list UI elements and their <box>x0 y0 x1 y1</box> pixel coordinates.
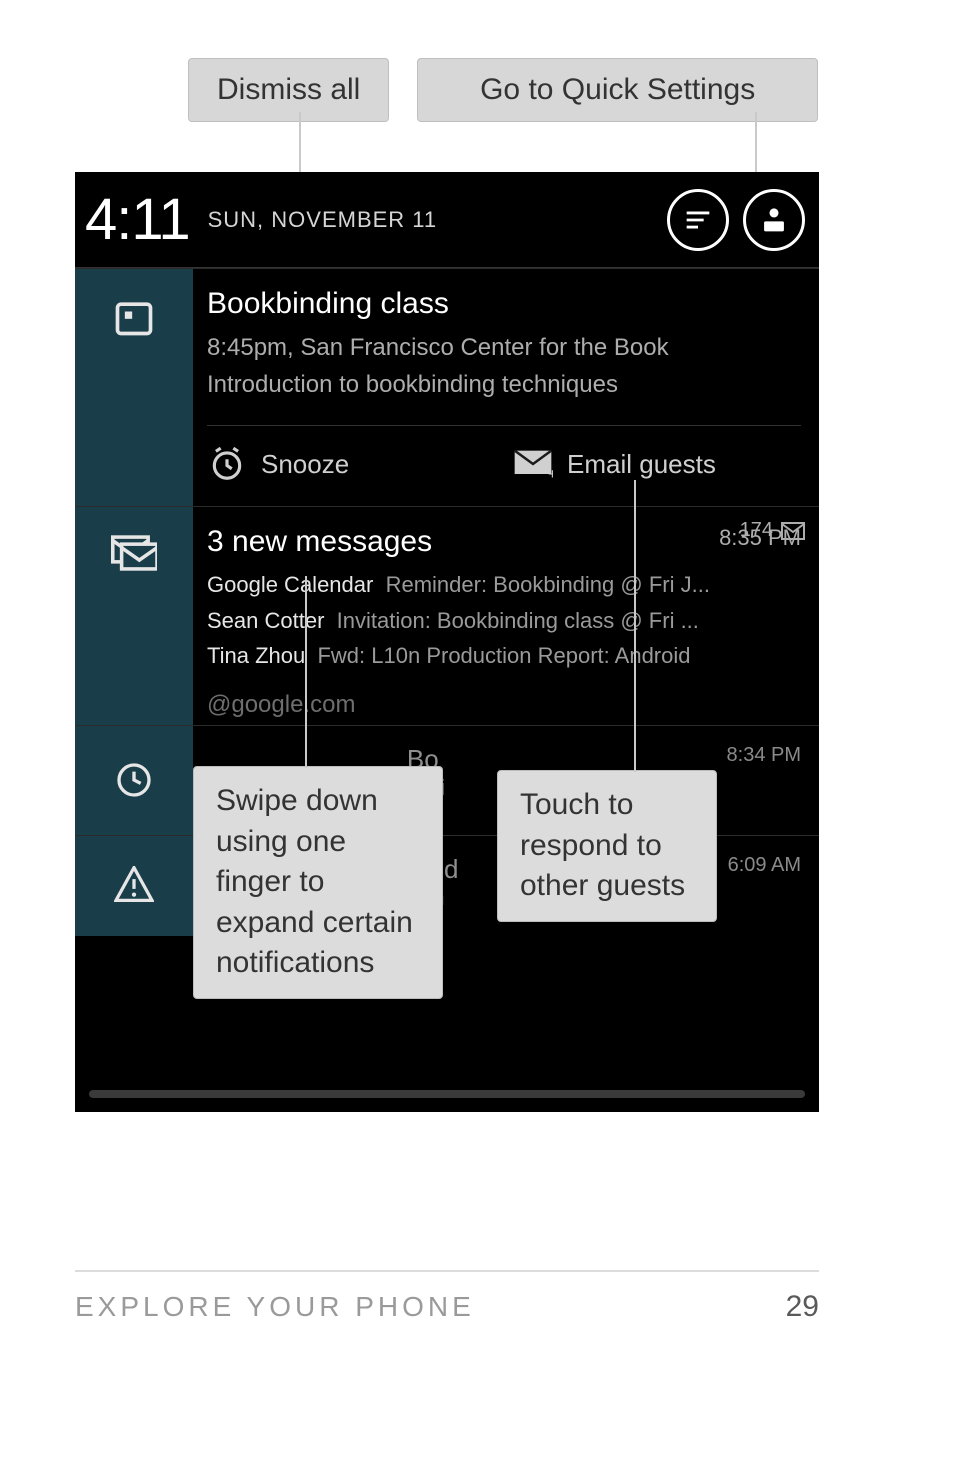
account-hint: @google.com <box>207 691 355 719</box>
message-row: Google Calendar Reminder: Bookbinding @ … <box>207 567 801 602</box>
footer-rule <box>75 1270 819 1272</box>
status-bar: 4:11 SUN, NOVEMBER 11 <box>75 172 819 268</box>
mail-icon: + <box>513 444 553 484</box>
message-row: Tina Zhou Fwd: L10n Production Report: A… <box>207 638 801 673</box>
clock-icon <box>75 726 193 835</box>
notification-shade-screenshot: 4:11 SUN, NOVEMBER 11 Bookbinding class … <box>75 172 819 1112</box>
dismiss-all-icon[interactable] <box>667 189 729 251</box>
label-dismiss-all: Dismiss all <box>188 58 389 122</box>
connector-line <box>305 576 307 768</box>
notification-subtext: 8:45pm, San Francisco Center for the Boo… <box>207 329 801 366</box>
clock-icon <box>207 444 247 484</box>
statusbar-date: SUN, NOVEMBER 11 <box>208 207 438 233</box>
notification-time: 6:09 AM <box>728 854 801 877</box>
mail-badge: 174 <box>740 519 805 542</box>
notification-time: 8:34 PM <box>727 744 801 767</box>
notification-calendar[interactable]: Bookbinding class 8:45pm, San Francisco … <box>75 268 819 506</box>
callout-touch-respond: Touch to respond to other guests <box>497 770 717 922</box>
notification-title: Bookbinding class <box>207 287 801 321</box>
page-number: 29 <box>786 1290 819 1324</box>
message-row: Sean Cotter Invitation: Bookbinding clas… <box>207 603 801 638</box>
action-email-guests[interactable]: + Email guests <box>513 444 801 484</box>
quick-settings-icon[interactable] <box>743 189 805 251</box>
connector-line <box>634 480 636 772</box>
calendar-icon <box>75 269 193 506</box>
action-label: Snooze <box>261 449 349 480</box>
label-go-quick-settings: Go to Quick Settings <box>417 58 818 122</box>
notification-messages[interactable]: 3 new messages 8:35 PM Google Calendar R… <box>75 506 819 725</box>
scroll-indicator <box>89 1090 805 1098</box>
notification-subtext: Introduction to bookbinding techniques <box>207 366 801 403</box>
action-snooze[interactable]: Snooze <box>207 444 495 484</box>
svg-text:+: + <box>548 466 553 480</box>
action-label: Email guests <box>567 449 716 480</box>
callout-swipe-down: Swipe down using one finger to expand ce… <box>193 766 443 999</box>
warning-icon <box>75 836 193 936</box>
messages-icon <box>75 507 193 725</box>
notification-title: 3 new messages <box>207 525 801 559</box>
footer-section-title: EXPLORE YOUR PHONE <box>75 1291 475 1323</box>
statusbar-time: 4:11 <box>85 186 190 253</box>
